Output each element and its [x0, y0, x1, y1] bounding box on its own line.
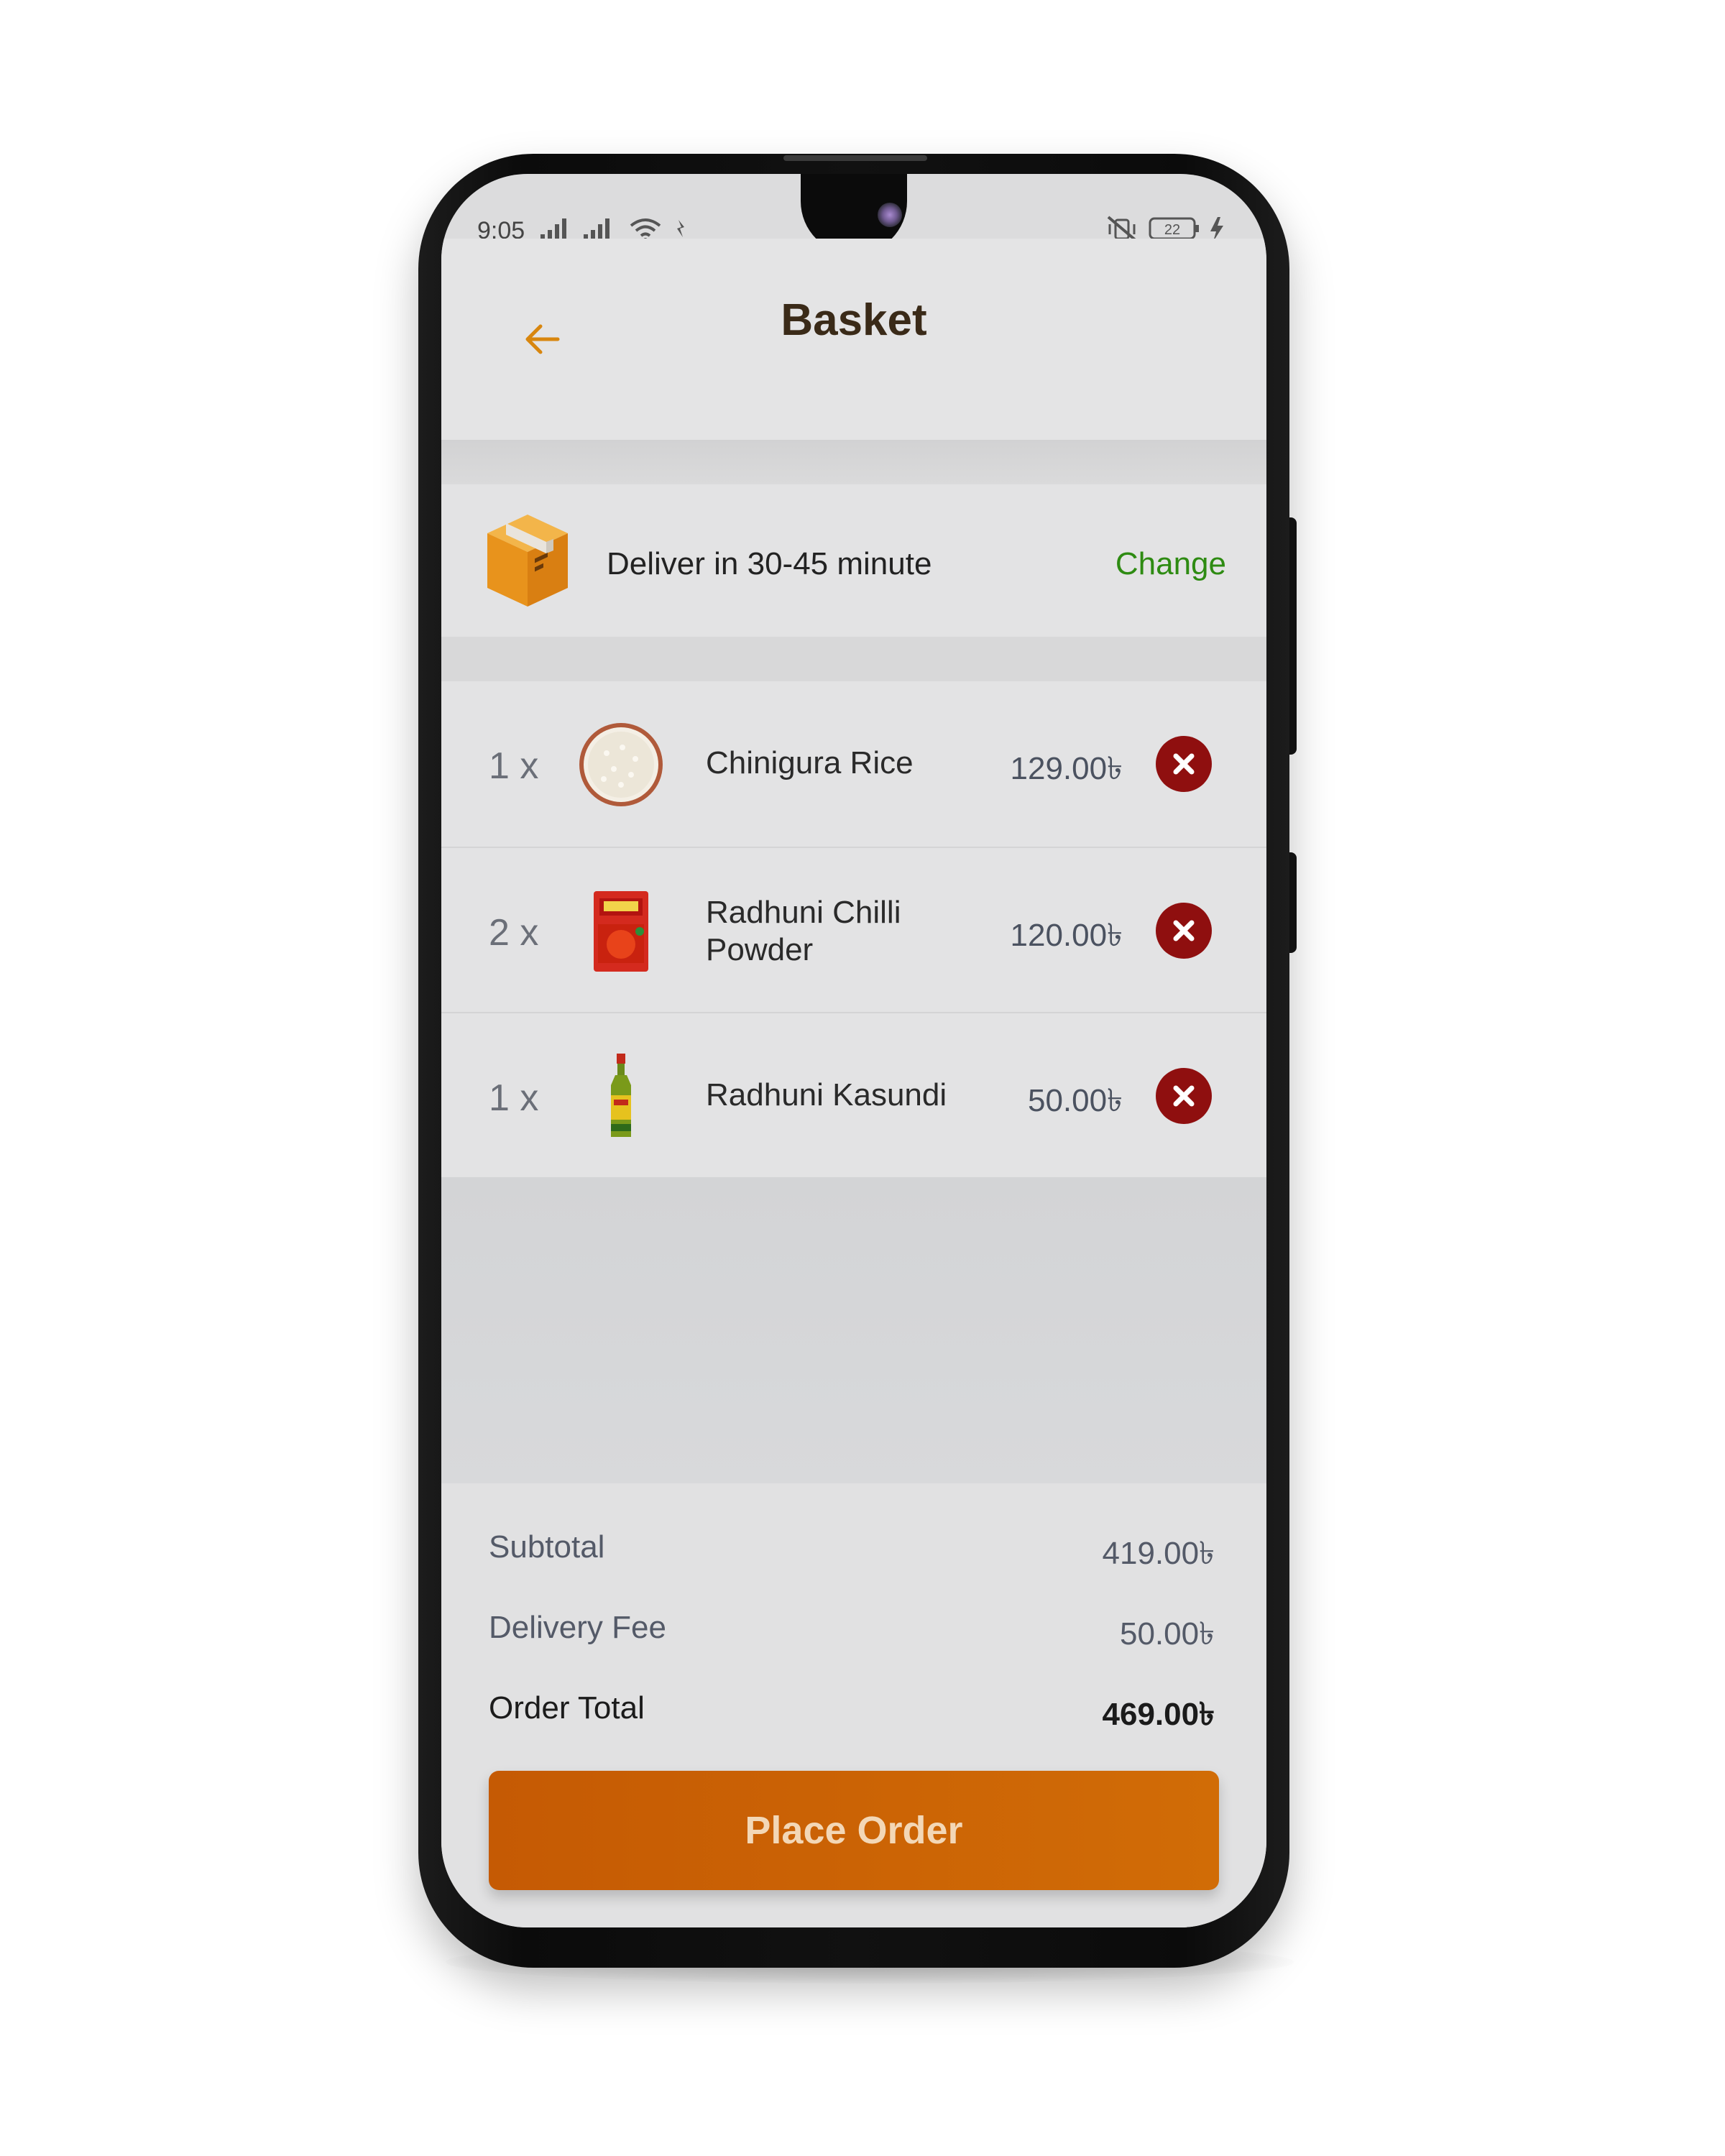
subtotal-value: 419.00৳	[1102, 1536, 1215, 1571]
item-quantity: 1 x	[489, 1077, 539, 1119]
header-divider	[441, 440, 1266, 484]
change-delivery-link[interactable]: Change	[1116, 546, 1226, 582]
vibrate-mute-icon	[1107, 216, 1138, 243]
order-total-value: 469.00৳	[1102, 1697, 1215, 1732]
place-order-button[interactable]: Place Order	[489, 1771, 1219, 1890]
remove-x-icon[interactable]	[1156, 903, 1212, 959]
battery-icon: 22	[1149, 217, 1199, 240]
delivery-time-text: Deliver in 30-45 minute	[607, 546, 932, 581]
item-quantity: 2 x	[489, 912, 539, 954]
basket-item: 2 x Radhuni Chilli Powder 120.00৳	[441, 847, 1266, 1013]
battery-level: 22	[1164, 222, 1180, 238]
rice-bowl-image	[579, 723, 663, 806]
front-camera	[878, 203, 902, 227]
empty-area	[441, 1177, 1266, 1483]
item-price: 120.00৳	[1010, 918, 1123, 953]
section-gap	[441, 637, 1266, 681]
item-quantity: 1 x	[489, 745, 539, 787]
order-summary: Subtotal 419.00৳ Delivery Fee 50.00৳ Ord…	[441, 1483, 1266, 1927]
subtotal-label: Subtotal	[489, 1529, 605, 1565]
power-button	[1289, 852, 1297, 953]
item-name: Radhuni Kasundi	[706, 1077, 947, 1112]
delivery-fee-value: 50.00৳	[1119, 1616, 1215, 1651]
kasundi-bottle-image	[611, 1054, 631, 1137]
item-price: 50.00৳	[1027, 1083, 1123, 1118]
volume-button	[1289, 517, 1297, 755]
package-box-icon	[487, 515, 568, 607]
remove-x-icon[interactable]	[1156, 736, 1212, 792]
chilli-powder-packet-image	[594, 891, 648, 972]
basket-item: 1 x Radhuni Kasundi 50.00৳	[441, 1012, 1266, 1179]
delivery-fee-label: Delivery Fee	[489, 1610, 666, 1645]
basket-items-list: 1 x Chinigura Rice 129.00৳ 2 x Radhuni C…	[441, 681, 1266, 1177]
notification-icon	[677, 220, 684, 237]
remove-x-icon[interactable]	[1156, 1068, 1212, 1124]
app-screen: 9:05 22 Basket Deliver in 30-45 minute C…	[441, 174, 1266, 1927]
order-total-label: Order Total	[489, 1690, 645, 1726]
speaker-grille	[783, 155, 927, 161]
page-title: Basket	[781, 295, 927, 345]
item-price: 129.00৳	[1010, 751, 1123, 786]
item-name: Chinigura Rice	[706, 745, 914, 780]
delivery-section: Deliver in 30-45 minute Change	[441, 484, 1266, 637]
app-header: Basket	[441, 239, 1266, 440]
basket-item: 1 x Chinigura Rice 129.00৳	[441, 681, 1266, 847]
charging-icon	[1210, 217, 1223, 241]
item-name: Radhuni Chilli Powder	[706, 895, 901, 967]
